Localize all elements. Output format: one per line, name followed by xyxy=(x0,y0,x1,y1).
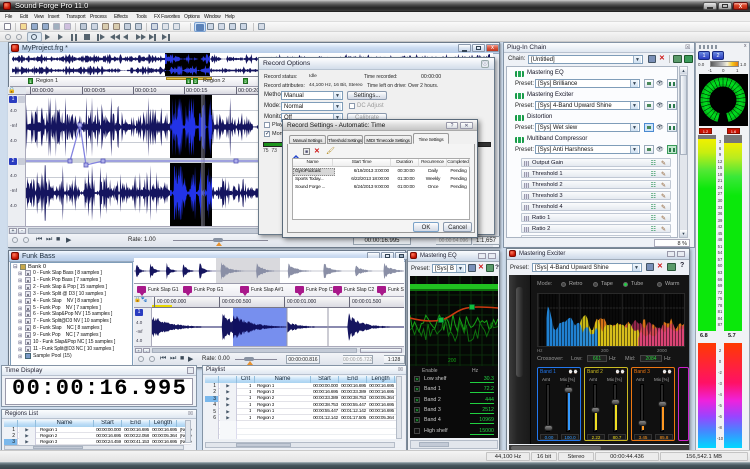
svg-text:200: 200 xyxy=(448,358,457,364)
